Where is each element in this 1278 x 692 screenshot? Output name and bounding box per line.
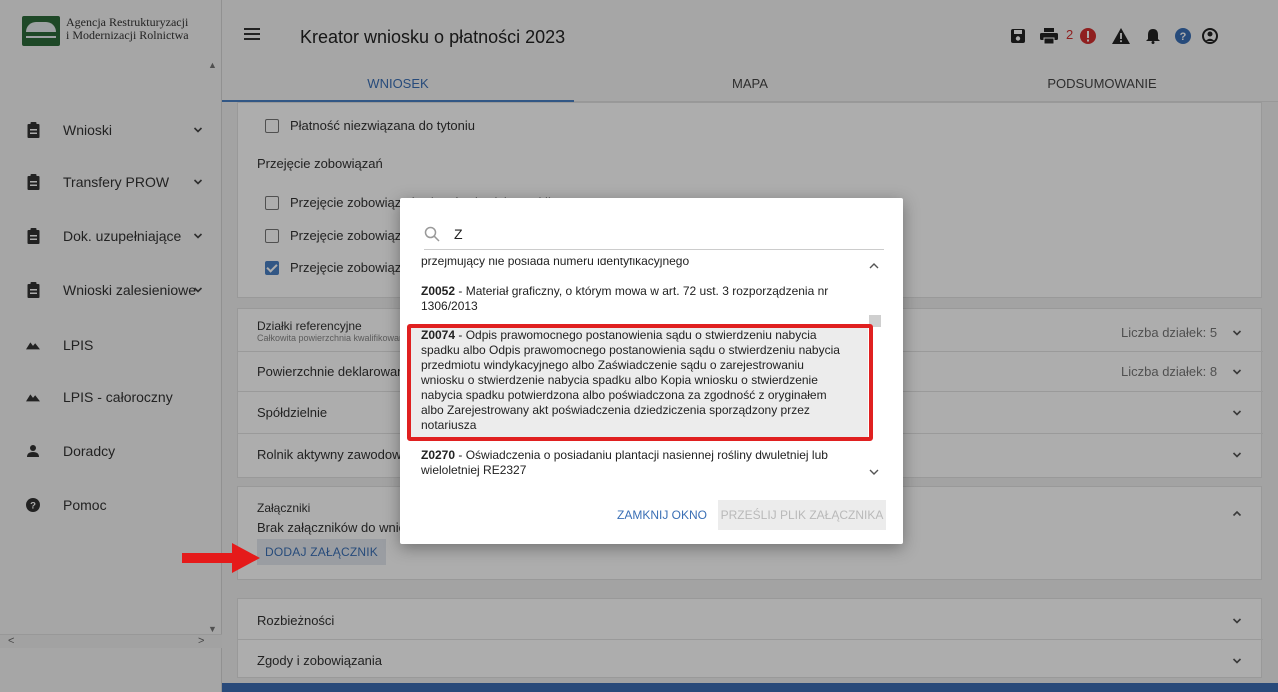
search-field	[424, 220, 884, 250]
red-arrow-icon	[182, 543, 260, 573]
search-input[interactable]	[454, 222, 874, 246]
close-dialog-button[interactable]: ZAMKNIJ OKNO	[611, 500, 713, 530]
list-item[interactable]: Z0270 - Oświadczenia o posiadaniu planta…	[410, 448, 868, 478]
list-item[interactable]: przejmujący nie posiada numeru identyfik…	[410, 258, 868, 269]
list-item[interactable]: Z0052 - Materiał graficzny, o którym mow…	[410, 284, 868, 314]
modal-backdrop-sidebar	[0, 0, 222, 692]
search-icon	[424, 226, 440, 242]
highlight-annotation-box	[407, 324, 873, 441]
upload-attachment-button[interactable]: PRZEŚLIJ PLIK ZAŁĄCZNIKA	[718, 500, 886, 530]
